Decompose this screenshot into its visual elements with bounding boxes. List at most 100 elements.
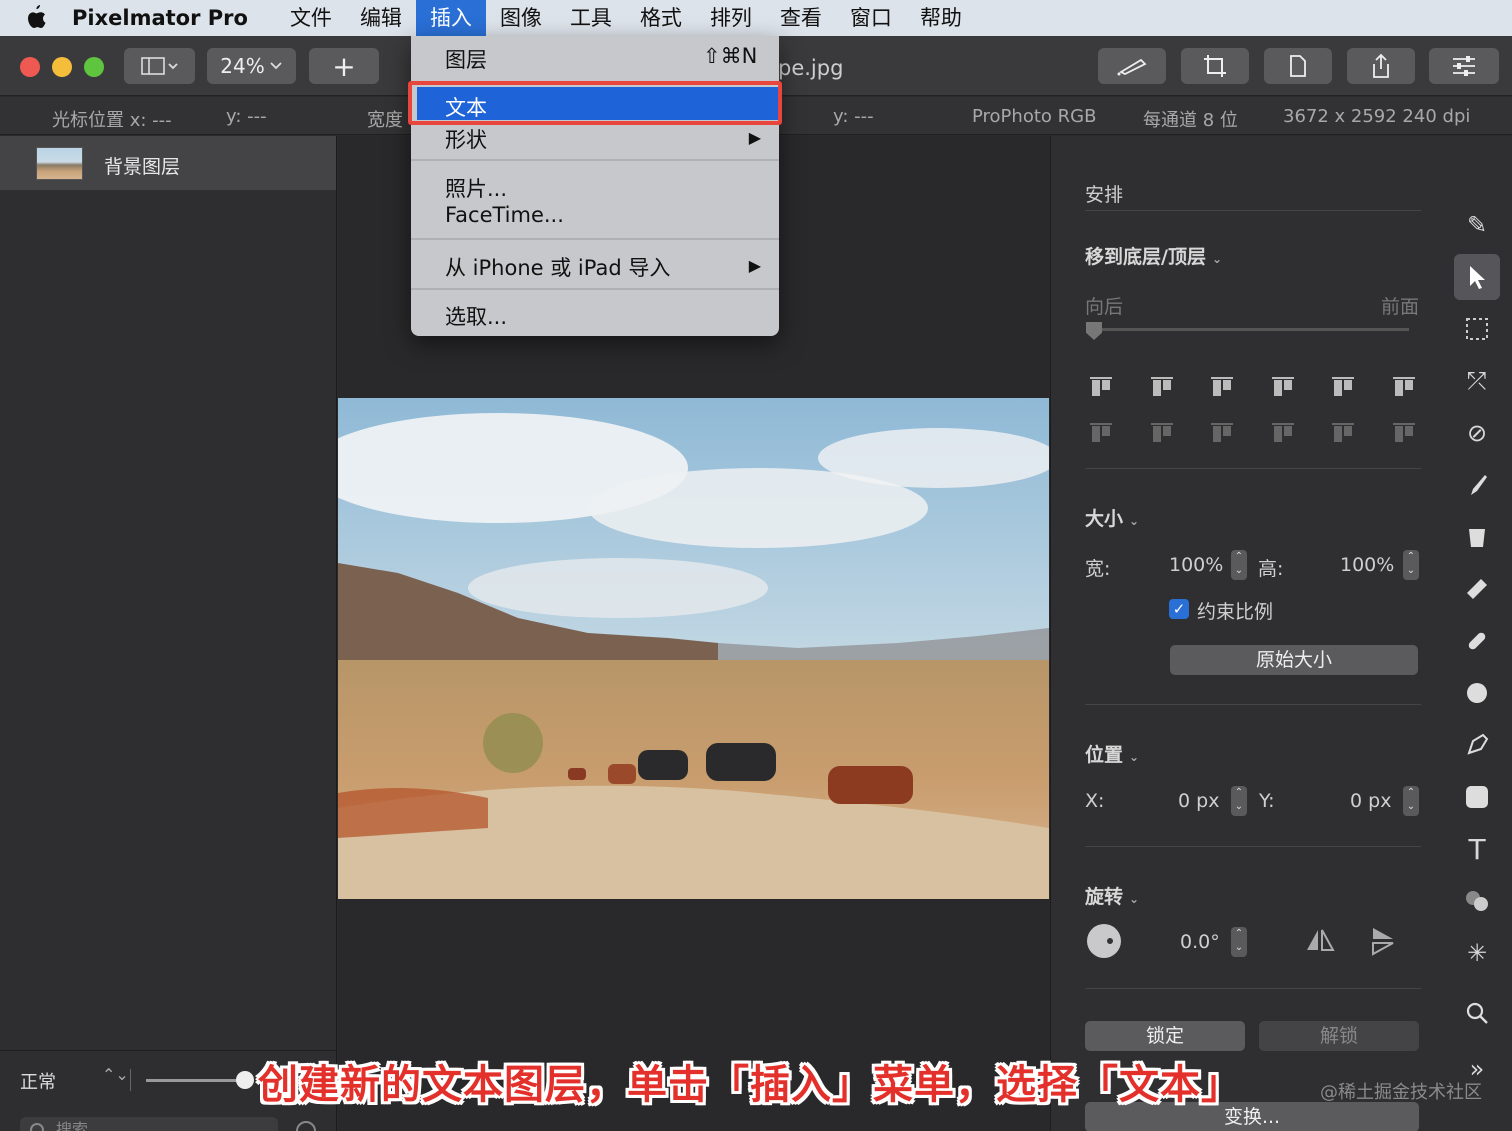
unlock-button[interactable]: 解锁 [1259,1021,1419,1051]
align-vcenter-icon[interactable] [1149,374,1175,400]
height-value[interactable]: 100% [1340,554,1394,576]
menu-item-photo[interactable]: 照片... [445,173,507,203]
opacity-slider-knob[interactable] [236,1071,254,1089]
zoom-tool-icon[interactable] [1454,990,1500,1036]
menu-file[interactable]: 文件 [276,0,346,36]
distribute-vcenter-icon[interactable] [1149,420,1175,446]
lock-button[interactable]: 锁定 [1085,1021,1245,1051]
add-button[interactable]: + [309,48,379,84]
retouch-tool-button[interactable] [1098,48,1166,84]
layer-row[interactable]: 背景图层 [0,136,336,190]
menu-view[interactable]: 查看 [766,0,836,36]
divider [1085,846,1421,847]
flip-horizontal-icon[interactable] [1305,926,1335,958]
align-left-icon[interactable] [1270,374,1296,400]
minimize-window-button[interactable] [52,57,72,77]
apple-icon[interactable] [0,5,72,31]
photo-image [338,398,1049,899]
chevron-down-icon [270,62,282,70]
distribute-bottom-icon[interactable] [1209,420,1235,446]
pen-icon[interactable] [1454,722,1500,768]
position-title[interactable]: 位置 ⌄ [1085,740,1139,767]
bandage-icon[interactable] [1454,618,1500,664]
paint-bucket-icon[interactable] [1454,514,1500,560]
menu-item-select[interactable]: 选取... [445,301,507,331]
document-button[interactable] [1264,48,1332,84]
menu-separator [411,238,779,240]
image-dimensions: 3672 x 2592 240 dpi [1283,106,1471,127]
order-slider-knob[interactable] [1086,322,1102,340]
style-tool-icon[interactable]: ✎ [1454,202,1500,248]
order-slider[interactable] [1089,328,1409,331]
rotation-value[interactable]: 0.0° [1180,931,1220,953]
layers-search-input[interactable]: 搜索 [20,1117,278,1131]
rotation-stepper[interactable]: ⌃ ⌄ [1231,927,1247,957]
menu-insert[interactable]: 插入 [415,0,486,36]
align-bottom-icon[interactable] [1209,374,1235,400]
text-tool-icon[interactable]: T [1454,826,1500,872]
select-rectangle-icon[interactable] [1454,306,1500,352]
menu-item-import-iphone[interactable]: 从 iPhone 或 iPad 导入 [445,252,670,282]
back-label: 向后 [1085,296,1124,318]
eraser-icon[interactable] [1454,566,1500,612]
distribute-hcenter-icon[interactable] [1330,420,1356,446]
width-value[interactable]: 100% [1169,554,1223,576]
paint-brush-icon[interactable] [1454,462,1500,508]
adjustments-button[interactable] [1429,48,1499,84]
menu-help[interactable]: 帮助 [906,0,976,36]
y-value[interactable]: 0 px [1350,790,1391,812]
flip-vertical-icon[interactable] [1369,926,1397,960]
menu-window[interactable]: 窗口 [836,0,906,36]
zoom-window-button[interactable] [84,57,104,77]
opacity-slider[interactable] [146,1079,244,1082]
move-order-title[interactable]: 移到底层/顶层 ⌄ [1085,242,1222,269]
blend-mode-select[interactable]: 正常 [20,1068,56,1094]
chevron-down-icon: ⌄ [1129,514,1140,528]
x-stepper[interactable]: ⌃ ⌄ [1231,786,1247,816]
zoom-select[interactable]: 24% [207,48,296,84]
arrange-tool-icon[interactable] [1454,254,1500,300]
x-value[interactable]: 0 px [1178,790,1219,812]
y-stepper[interactable]: ⌃ ⌄ [1403,786,1419,816]
distribute-right-icon[interactable] [1391,420,1417,446]
original-size-button[interactable]: 原始大小 [1170,645,1418,675]
cursor-y-readout: y: --- [226,106,267,127]
size-title[interactable]: 大小 ⌄ [1085,504,1139,531]
share-button[interactable] [1347,48,1415,84]
rotate-title[interactable]: 旋转 ⌄ [1085,882,1139,909]
filter-icon[interactable] [296,1121,316,1131]
menu-separator [411,159,779,161]
app-menu[interactable]: Pixelmator Pro [72,6,248,30]
menu-tools[interactable]: 工具 [556,0,626,36]
share-icon [1373,53,1389,78]
rotation-dial[interactable] [1087,924,1121,958]
menu-format[interactable]: 格式 [626,0,696,36]
divider [1085,988,1421,989]
sidebar-toggle-button[interactable] [124,48,195,84]
sparkle-icon[interactable]: ✳ [1454,930,1500,976]
shape-icon[interactable] [1454,774,1500,820]
distribute-top-icon[interactable] [1088,420,1114,446]
distort-icon[interactable] [1454,670,1500,716]
menu-item-facetime[interactable]: FaceTime... [445,203,564,227]
menu-arrange[interactable]: 排列 [696,0,766,36]
constrain-checkbox[interactable]: ✓ [1169,599,1189,619]
width-stepper[interactable]: ⌃ ⌄ [1231,550,1247,580]
effects-icon[interactable] [1454,878,1500,924]
distribute-left-icon[interactable] [1270,420,1296,446]
align-right-icon[interactable] [1391,374,1417,400]
crop-button[interactable] [1181,48,1249,84]
menu-item-layer[interactable]: 图层 [445,44,487,74]
height-stepper[interactable]: ⌃ ⌄ [1403,550,1419,580]
align-hcenter-icon[interactable] [1330,374,1356,400]
smart-selection-icon[interactable]: ⤱ [1454,358,1500,404]
close-window-button[interactable] [20,57,40,77]
menu-image[interactable]: 图像 [486,0,556,36]
cursor-x-readout: 光标位置 x: --- [52,110,172,131]
align-top-icon[interactable] [1088,374,1114,400]
y-label: Y: [1259,790,1275,812]
menu-item-shape[interactable]: 形状 [445,124,487,154]
color-picker-icon[interactable]: ⊘ [1454,410,1500,456]
width-readout: 宽度 [367,110,403,131]
menu-edit[interactable]: 编辑 [346,0,416,36]
